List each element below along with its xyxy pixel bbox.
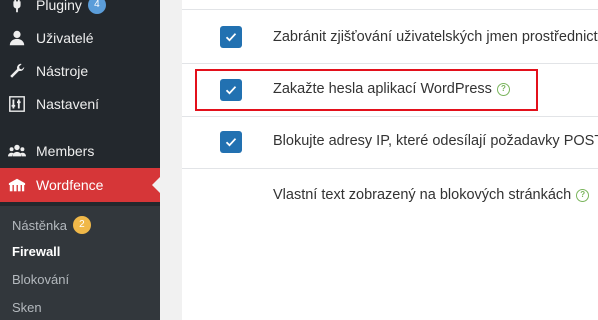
submenu-item-label: Blokování [12, 272, 70, 287]
sidebar-item-label: Wordfence [36, 177, 104, 193]
main-content: Zabránit zjišťování uživatelských jmen p… [160, 0, 598, 320]
wordfence-icon [7, 175, 27, 195]
block-ips-post-label: Blokujte adresy IP, které odesílají poža… [273, 133, 598, 149]
row-divider [182, 9, 598, 10]
firewall-options-panel: Zabránit zjišťování uživatelských jmen p… [182, 0, 598, 320]
settings-sliders-icon [7, 94, 27, 114]
row-divider [182, 63, 598, 64]
wordfence-submenu: Nástěnka 2 Firewall Blokování Sken [0, 206, 160, 320]
admin-sidebar: Pluginy 4 Uživatelé Nástroje Nastavení M… [0, 0, 160, 320]
checkmark-icon [225, 33, 237, 42]
sidebar-item-settings[interactable]: Nastavení [0, 87, 160, 121]
prevent-username-discovery-label: Zabránit zjišťování uživatelských jmen p… [273, 29, 598, 45]
sidebar-item-tools[interactable]: Nástroje [0, 54, 160, 88]
members-group-icon [7, 141, 27, 161]
active-menu-arrow [152, 177, 160, 193]
sidebar-item-plugins[interactable]: Pluginy 4 [0, 0, 160, 22]
help-question-icon[interactable]: ? [576, 188, 590, 202]
notification-badge: 2 [72, 216, 91, 234]
submenu-item-label: Sken [12, 300, 42, 315]
prevent-username-discovery-checkbox[interactable] [220, 26, 242, 48]
submenu-item-blocking[interactable]: Blokování [12, 272, 69, 287]
submenu-item-firewall[interactable]: Firewall [12, 244, 60, 259]
sidebar-item-users[interactable]: Uživatelé [0, 21, 160, 55]
sidebar-item-wordfence[interactable]: Wordfence [0, 168, 160, 202]
submenu-item-label: Firewall [12, 244, 61, 259]
wrench-icon [7, 61, 27, 81]
sidebar-item-label: Members [36, 143, 95, 159]
update-count-badge: 4 [87, 0, 106, 14]
submenu-item-dashboard[interactable]: Nástěnka 2 [12, 216, 91, 234]
sidebar-item-label: Nastavení [36, 96, 100, 112]
row-divider [182, 168, 598, 169]
checkmark-icon [225, 138, 237, 147]
user-icon [7, 28, 27, 48]
sidebar-item-label: Uživatelé [36, 30, 94, 46]
block-ips-post-checkbox[interactable] [220, 131, 242, 153]
custom-block-text-label: Vlastní text zobrazený na blokových strá… [273, 187, 590, 203]
submenu-item-scan[interactable]: Sken [12, 300, 42, 315]
plugin-icon [7, 0, 27, 15]
sidebar-item-label: Nástroje [36, 63, 89, 79]
sidebar-item-members[interactable]: Members [0, 134, 160, 168]
row-divider [182, 116, 598, 117]
submenu-item-label: Nástěnka [12, 217, 67, 233]
sidebar-item-label: Pluginy [36, 0, 82, 13]
highlight-box [195, 69, 538, 111]
